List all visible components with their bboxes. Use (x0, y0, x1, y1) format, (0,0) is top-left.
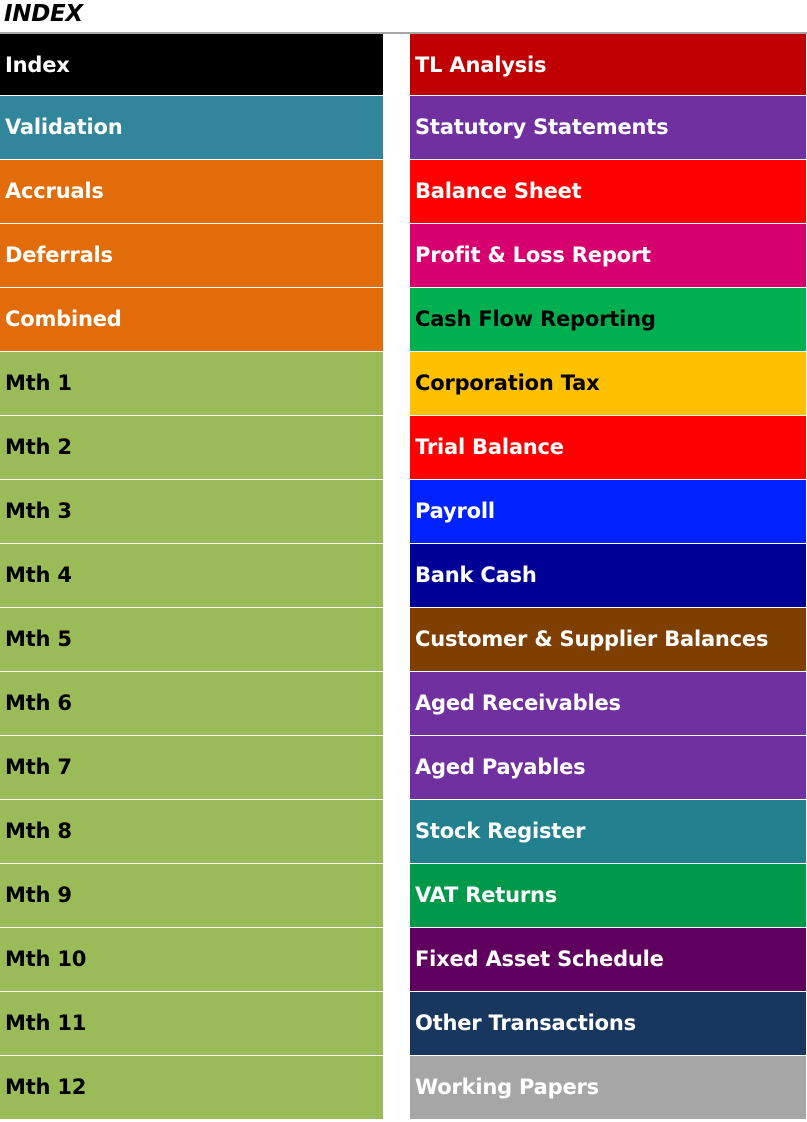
index-link-tl-analysis[interactable]: TL Analysis (410, 34, 806, 96)
index-link-deferrals[interactable]: Deferrals (0, 224, 383, 288)
index-link-vat-returns[interactable]: VAT Returns (410, 864, 806, 928)
index-link-mth-10[interactable]: Mth 10 (0, 928, 383, 992)
title-row: INDEX (0, 0, 807, 34)
index-link-accruals[interactable]: Accruals (0, 160, 383, 224)
index-link-mth-7[interactable]: Mth 7 (0, 736, 383, 800)
index-link-other-transactions[interactable]: Other Transactions (410, 992, 806, 1056)
index-link-validation[interactable]: Validation (0, 96, 383, 160)
index-link-aged-payables[interactable]: Aged Payables (410, 736, 806, 800)
index-link-mth-9[interactable]: Mth 9 (0, 864, 383, 928)
left-index-column: Index Validation Accruals Deferrals Combined… (0, 34, 383, 1120)
index-link-bank-cash[interactable]: Bank Cash (410, 544, 806, 608)
index-link-payroll[interactable]: Payroll (410, 480, 806, 544)
index-link-statutory-statements[interactable]: Statutory Statements (410, 96, 806, 160)
index-link-mth-3[interactable]: Mth 3 (0, 480, 383, 544)
index-link-mth-8[interactable]: Mth 8 (0, 800, 383, 864)
index-link-fixed-asset-schedule[interactable]: Fixed Asset Schedule (410, 928, 806, 992)
index-link-index[interactable]: Index (0, 34, 383, 96)
index-link-trial-balance[interactable]: Trial Balance (410, 416, 806, 480)
index-link-cash-flow-reporting[interactable]: Cash Flow Reporting (410, 288, 806, 352)
index-link-mth-1[interactable]: Mth 1 (0, 352, 383, 416)
index-link-customer-and-supplier-balances[interactable]: Customer & Supplier Balances (410, 608, 806, 672)
page-title: INDEX (4, 1, 83, 27)
index-link-working-papers[interactable]: Working Papers (410, 1056, 806, 1120)
index-link-mth-6[interactable]: Mth 6 (0, 672, 383, 736)
index-link-mth-11[interactable]: Mth 11 (0, 992, 383, 1056)
index-link-profit-and-loss-report[interactable]: Profit & Loss Report (410, 224, 806, 288)
index-link-stock-register[interactable]: Stock Register (410, 800, 806, 864)
index-link-aged-receivables[interactable]: Aged Receivables (410, 672, 806, 736)
index-link-mth-12[interactable]: Mth 12 (0, 1056, 383, 1120)
index-link-balance-sheet[interactable]: Balance Sheet (410, 160, 806, 224)
index-link-mth-2[interactable]: Mth 2 (0, 416, 383, 480)
index-link-mth-4[interactable]: Mth 4 (0, 544, 383, 608)
index-link-corporation-tax[interactable]: Corporation Tax (410, 352, 806, 416)
index-link-mth-5[interactable]: Mth 5 (0, 608, 383, 672)
right-index-column: TL Analysis Statutory Statements Balance S… (410, 34, 806, 1120)
index-link-combined[interactable]: Combined (0, 288, 383, 352)
